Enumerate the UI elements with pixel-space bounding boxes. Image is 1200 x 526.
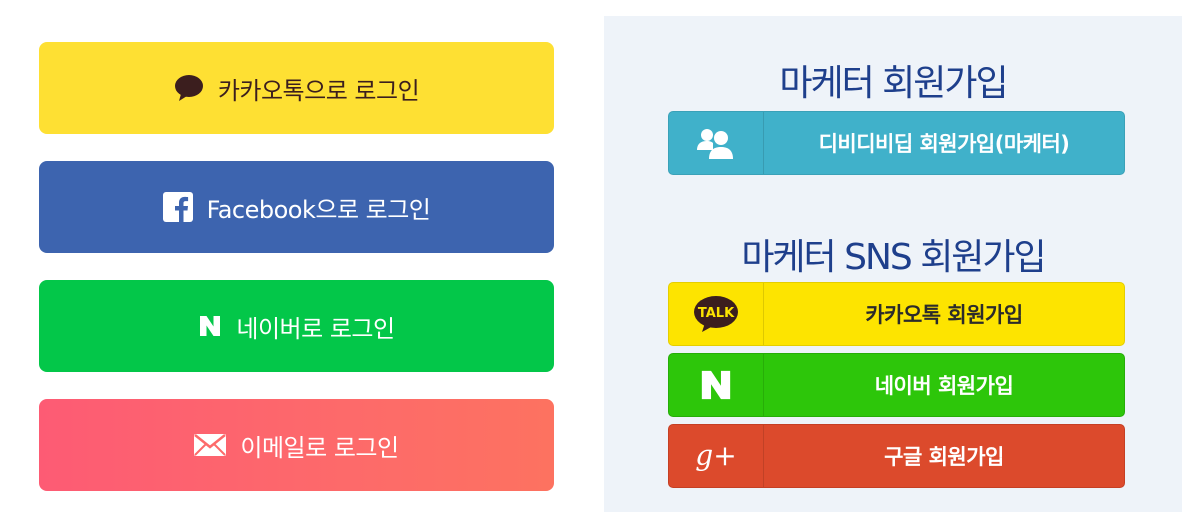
naver-login-button[interactable]: 네이버로 로그인	[39, 280, 554, 372]
google-signup-button[interactable]: g+ 구글 회원가입	[668, 424, 1125, 488]
naver-icon	[669, 354, 764, 416]
marketer-signup-title: 마케터 회원가입	[779, 63, 1008, 104]
email-login-button[interactable]: 이메일로 로그인	[39, 399, 554, 491]
kakaotalk-icon-text: TALK	[698, 306, 735, 321]
speech-bubble-icon	[174, 74, 204, 102]
kakaotalk-icon: TALK	[669, 283, 764, 345]
naver-icon	[198, 314, 222, 338]
naver-signup-label: 네이버 회원가입	[874, 374, 1014, 398]
user-group-icon	[669, 112, 764, 174]
naver-signup-button[interactable]: 네이버 회원가입	[668, 353, 1125, 417]
signup-panel: 마케터 회원가입 디비디비딥 회원가입(마케터) 마케터 SNS 회원가입 TA…	[604, 16, 1182, 512]
naver-login-label: 네이버로 로그인	[236, 314, 395, 343]
kakao-signup-label: 카카오톡 회원가입	[865, 303, 1023, 327]
facebook-icon	[162, 192, 193, 222]
email-login-label: 이메일로 로그인	[240, 433, 399, 462]
kakao-login-button[interactable]: 카카오톡으로 로그인	[39, 42, 554, 134]
facebook-login-label: Facebook으로 로그인	[206, 195, 431, 224]
google-plus-icon-text: g+	[695, 439, 736, 472]
google-signup-label: 구글 회원가입	[884, 445, 1004, 469]
facebook-login-button[interactable]: Facebook으로 로그인	[39, 161, 554, 253]
google-plus-icon: g+	[669, 425, 764, 487]
kakao-signup-button[interactable]: TALK 카카오톡 회원가입	[668, 282, 1125, 346]
marketer-signup-label: 디비디비딥 회원가입(마케터)	[818, 132, 1070, 156]
marketer-signup-button[interactable]: 디비디비딥 회원가입(마케터)	[668, 111, 1125, 175]
sns-signup-title: 마케터 SNS 회원가입	[741, 237, 1046, 278]
envelope-icon	[194, 434, 227, 456]
kakao-login-label: 카카오톡으로 로그인	[217, 76, 420, 105]
